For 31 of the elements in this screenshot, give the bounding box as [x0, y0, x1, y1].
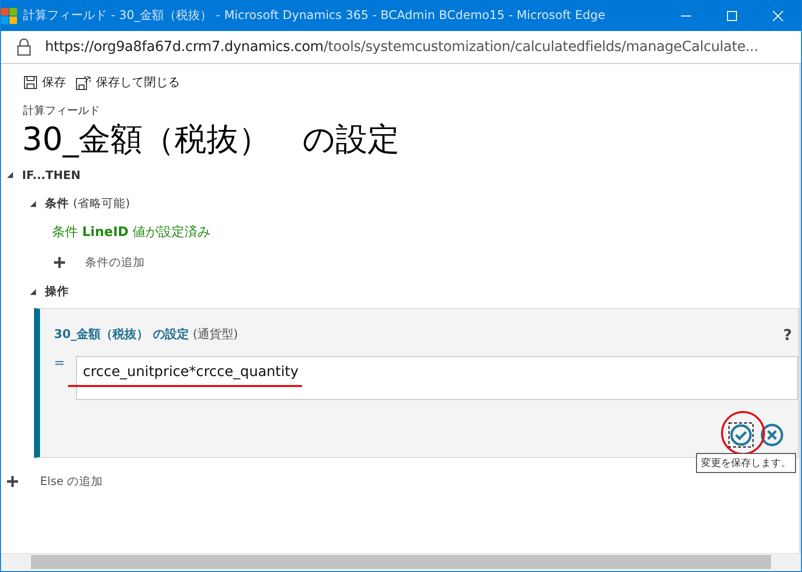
horizontal-scrollbar[interactable]	[1, 553, 801, 570]
maximize-icon[interactable]	[726, 10, 738, 22]
save-close-button[interactable]: 保存して閉じる	[75, 72, 181, 93]
check-circle-button[interactable]	[728, 422, 754, 448]
action-title: 30_金額（税抜） の設定 (通貨型)	[54, 326, 238, 343]
section-label: 操作	[45, 284, 69, 299]
cancel-circle-button[interactable]	[760, 423, 784, 447]
plus-icon[interactable]	[54, 257, 65, 268]
equals-sign: =	[54, 356, 65, 373]
help-icon[interactable]: ?	[783, 326, 792, 344]
page-heading: 30_金額（税抜） の設定	[22, 119, 401, 160]
formula-field[interactable]: crcce_unitprice*crcce_quantity	[76, 356, 798, 400]
section-label: 条件	[45, 196, 69, 211]
expand-triangle-icon[interactable]	[30, 200, 36, 206]
tooltip: 変更を保存します。	[696, 453, 796, 473]
expand-triangle-icon[interactable]	[7, 172, 13, 178]
close-icon[interactable]	[772, 10, 784, 22]
url-text[interactable]: https://org9a8fa67d.crm7.dynamics.com/tools/systemcustomization/calculatedfields/manageCalculate...	[45, 39, 758, 55]
expand-triangle-icon[interactable]	[30, 288, 36, 294]
lock-icon	[17, 38, 31, 56]
condition-link[interactable]: 条件 LineID 値が設定済み	[52, 223, 211, 241]
add-condition-link[interactable]: 条件の追加	[85, 255, 145, 270]
floppy-disk-arrow-icon	[76, 76, 91, 90]
window-title: 計算フィールド - 30_金額（税抜） - Microsoft Dynamics 365 - BCAdmin BCdemo15 - Microsoft Edge	[23, 7, 606, 24]
section-hint: (省略可能)	[73, 196, 130, 211]
plus-icon[interactable]	[7, 476, 18, 487]
windows-logo-icon	[1, 8, 17, 24]
section-label: IF...THEN	[22, 168, 80, 182]
save-button[interactable]: 保存	[23, 72, 67, 93]
add-else-link[interactable]: Else の追加	[40, 474, 104, 489]
subtitle: 計算フィールド	[23, 103, 101, 118]
